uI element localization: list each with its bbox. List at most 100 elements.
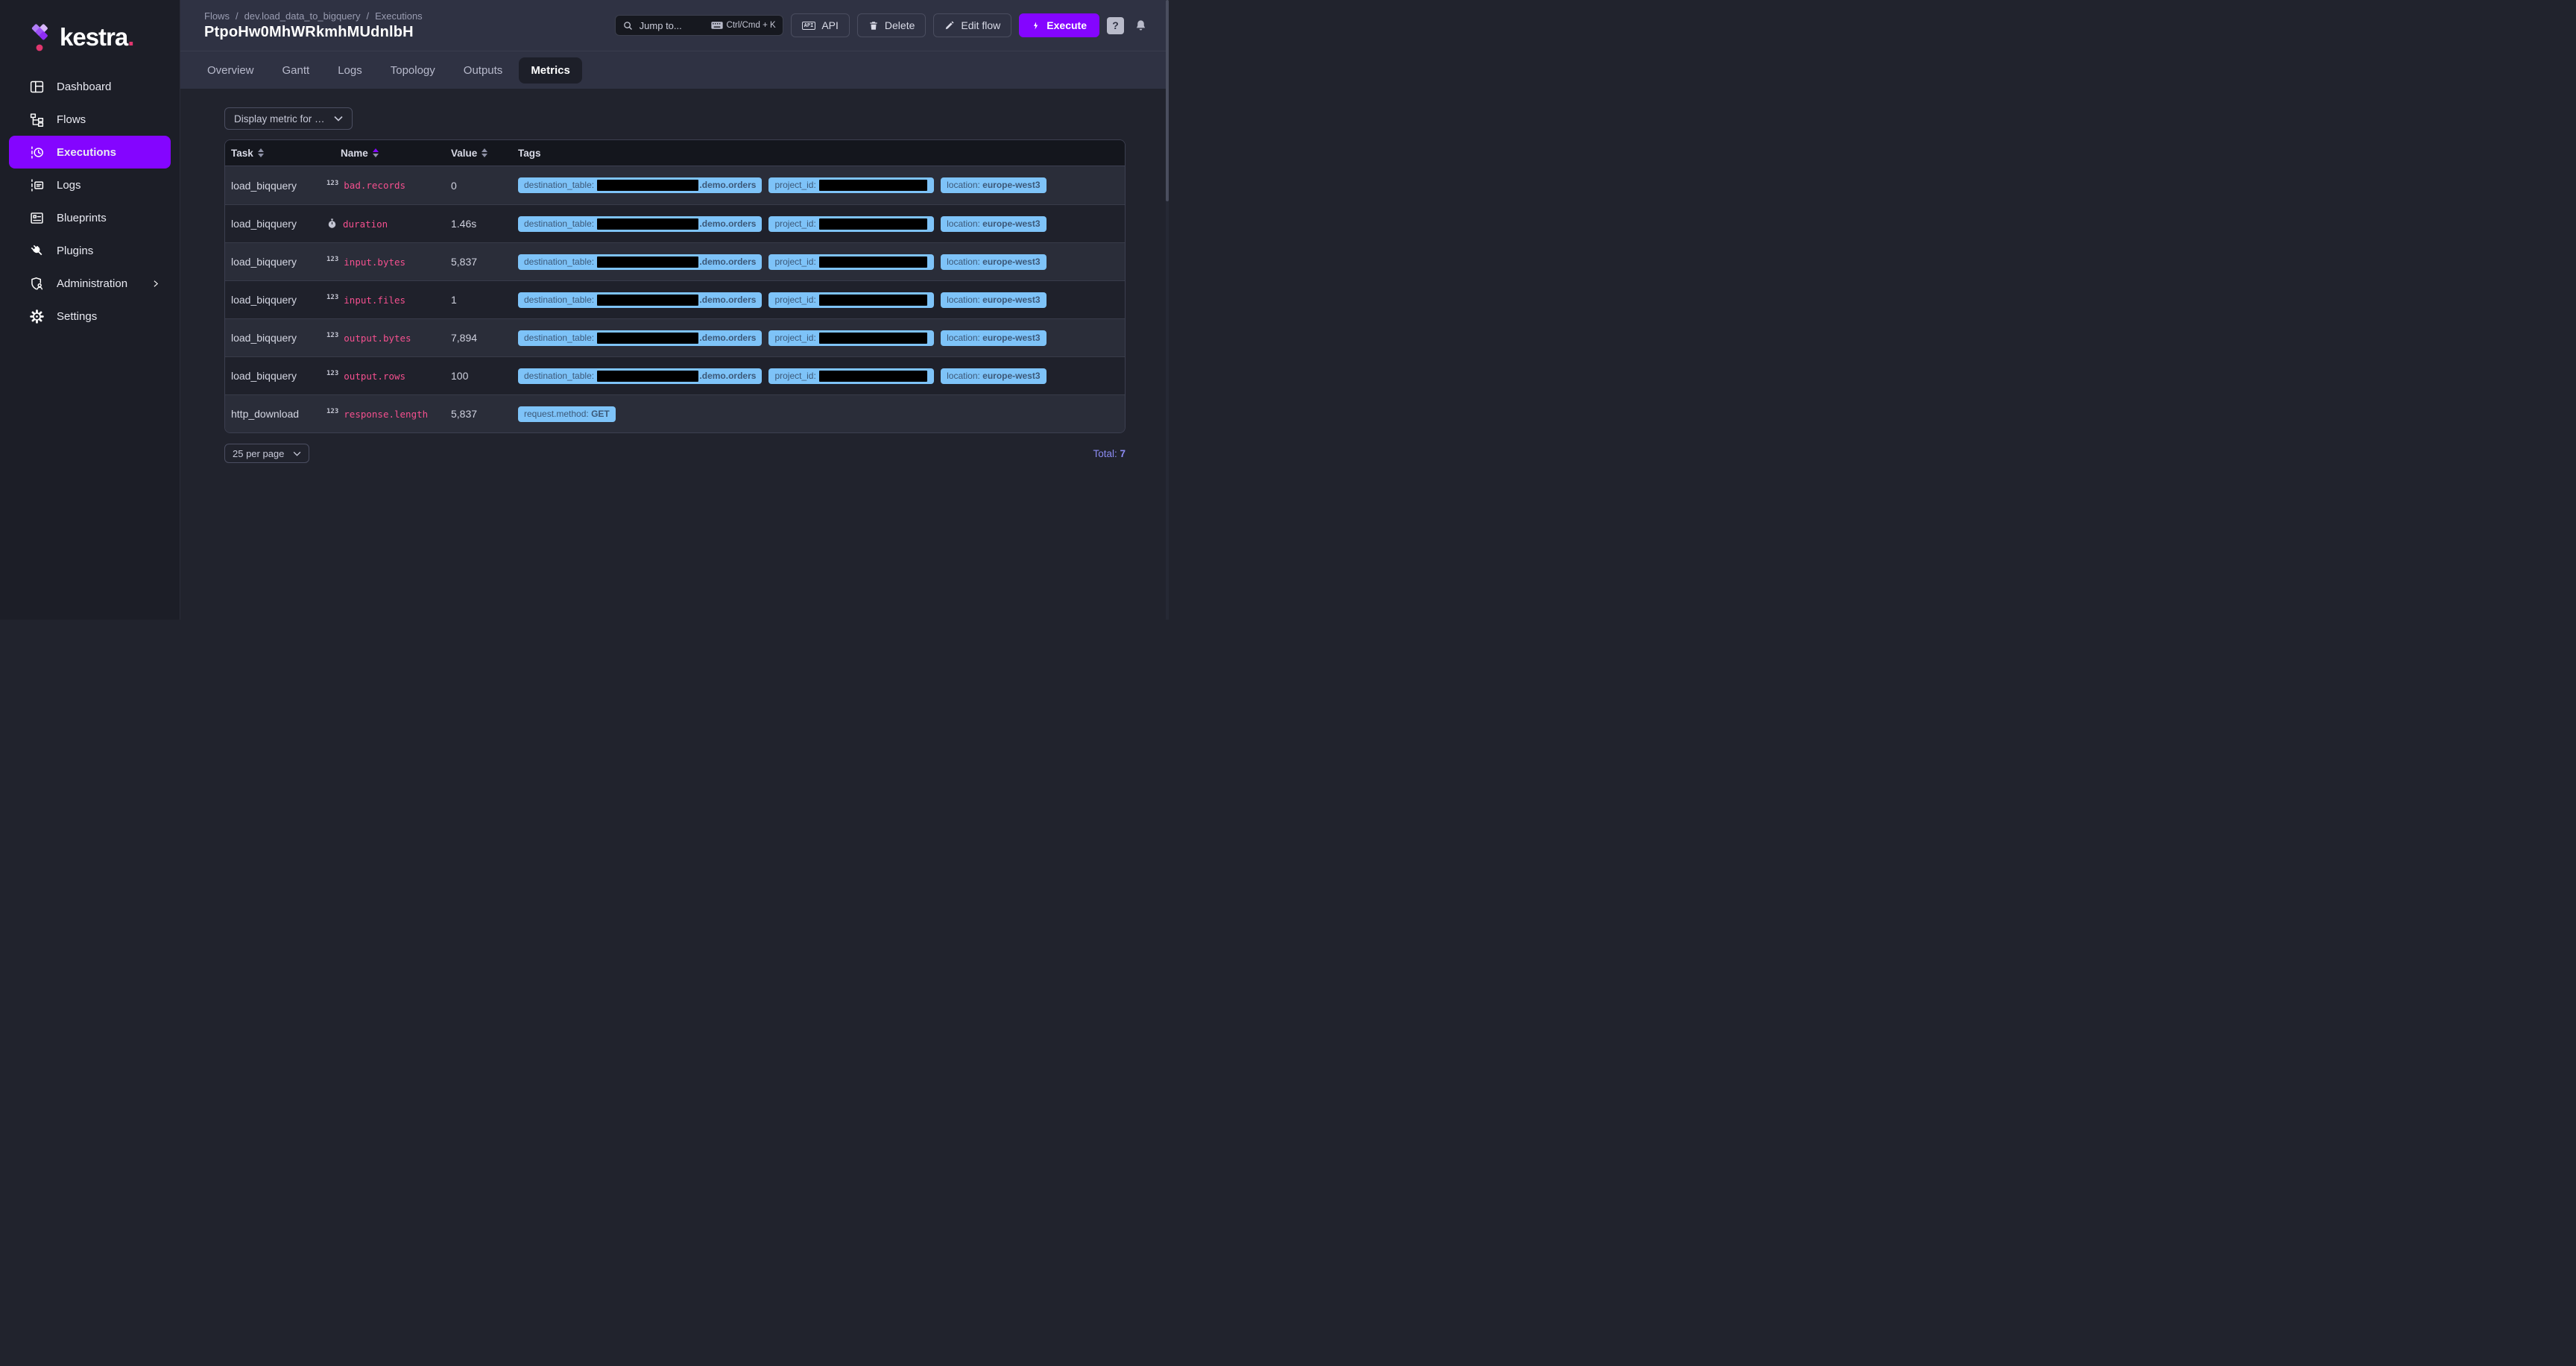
- notifications-bell-icon[interactable]: [1131, 16, 1149, 34]
- tag-badge: destination_table: .demo.orders: [518, 330, 762, 346]
- breadcrumb-title-block: Flows / dev.load_data_to_bigquery / Executio…: [204, 10, 423, 41]
- tag-key: location:: [947, 333, 982, 344]
- tab-gantt[interactable]: Gantt: [271, 57, 322, 84]
- redacted-value: [597, 256, 698, 268]
- tag-key: location:: [947, 218, 982, 230]
- table-body: load_biqquery 123bad.records0 destination_…: [225, 166, 1125, 432]
- breadcrumb-item: Executions: [375, 10, 423, 22]
- execute-button[interactable]: Execute: [1019, 13, 1099, 37]
- task-cell: http_download: [231, 408, 326, 420]
- tag-key: project_id:: [774, 180, 818, 191]
- dashboard-icon: [28, 78, 45, 95]
- settings-icon: [28, 308, 45, 324]
- table-row: load_biqquery123output.bytes7,894destina…: [225, 318, 1125, 356]
- sort-icon: [482, 148, 487, 157]
- app-window: kestra. Dashboard Flows Executions Logs …: [0, 0, 1169, 620]
- table-row: load_biqquery123output.rows100destinatio…: [225, 356, 1125, 394]
- help-icon[interactable]: ?: [1107, 17, 1124, 34]
- column-header-name[interactable]: Name: [326, 148, 451, 159]
- tab-outputs[interactable]: Outputs: [452, 57, 515, 84]
- executions-icon: [28, 144, 45, 160]
- table-header-row: Task Name Value Tags: [225, 140, 1125, 166]
- search-input[interactable]: [640, 20, 705, 31]
- column-header-task[interactable]: Task: [231, 148, 326, 159]
- sort-icon: [373, 148, 379, 157]
- value-cell: 1: [451, 294, 518, 306]
- delete-button[interactable]: Delete: [857, 13, 926, 37]
- breadcrumb-separator: /: [366, 10, 369, 22]
- tag-value: .demo.orders: [699, 295, 756, 306]
- sidebar-item-label: Executions: [57, 146, 116, 159]
- tag-key: project_id:: [774, 295, 818, 306]
- edit-flow-button[interactable]: Edit flow: [933, 13, 1011, 37]
- value-cell: 0: [451, 180, 518, 192]
- sidebar-item-blueprints[interactable]: Blueprints: [9, 201, 171, 234]
- redacted-value: [597, 333, 698, 344]
- name-cell: duration: [326, 218, 451, 230]
- column-label: Name: [341, 148, 368, 159]
- pencil-icon: [944, 20, 955, 31]
- flows-icon: [28, 111, 45, 128]
- task-cell: load_biqquery: [231, 218, 326, 230]
- tab-logs[interactable]: Logs: [326, 57, 374, 84]
- redacted-value: [597, 218, 698, 230]
- jump-to-search[interactable]: Ctrl/Cmd + K: [615, 15, 783, 36]
- tag-badge: project_id:: [768, 368, 934, 384]
- tag-key: destination_table:: [524, 295, 596, 306]
- metric-name: input.bytes: [344, 256, 405, 268]
- sidebar-item-dashboard[interactable]: Dashboard: [9, 70, 171, 103]
- column-header-tags: Tags: [518, 148, 1125, 159]
- sidebar-item-executions[interactable]: Executions: [9, 136, 171, 169]
- task-cell: load_biqquery: [231, 370, 326, 382]
- tab-metrics[interactable]: Metrics: [519, 57, 582, 84]
- tag-value: europe-west3: [982, 371, 1040, 382]
- table-footer: 25 per page Total: 7: [224, 444, 1126, 463]
- per-page-select[interactable]: 25 per page: [224, 444, 309, 463]
- api-button[interactable]: API API: [791, 13, 850, 37]
- sidebar-item-plugins[interactable]: Plugins: [9, 234, 171, 267]
- sidebar-item-logs[interactable]: Logs: [9, 169, 171, 201]
- metric-name: response.length: [344, 409, 428, 420]
- tab-topology[interactable]: Topology: [379, 57, 447, 84]
- tags-cell: destination_table: .demo.ordersproject_i…: [518, 330, 1125, 346]
- name-cell: 123bad.records: [326, 180, 451, 191]
- tag-badge: destination_table: .demo.orders: [518, 292, 762, 308]
- column-label: Task: [231, 148, 253, 159]
- task-cell: load_biqquery: [231, 294, 326, 306]
- tag-value: europe-west3: [982, 333, 1040, 344]
- tag-badge: project_id:: [768, 292, 934, 308]
- scrollbar[interactable]: [1166, 0, 1169, 620]
- search-icon: [622, 20, 634, 31]
- api-icon: API: [802, 22, 816, 30]
- breadcrumb-item[interactable]: dev.load_data_to_bigquery: [244, 10, 361, 22]
- metric-name: output.rows: [344, 371, 405, 382]
- sort-icon: [258, 148, 264, 157]
- column-header-value[interactable]: Value: [451, 148, 518, 159]
- numeric-icon: 123: [326, 256, 338, 263]
- name-cell: 123response.length: [326, 409, 451, 420]
- kestra-logo[interactable]: kestra.: [0, 0, 180, 70]
- redacted-value: [819, 180, 927, 191]
- keyboard-icon: [711, 21, 723, 30]
- tag-value: GET: [591, 409, 610, 420]
- administration-icon: [28, 275, 45, 292]
- numeric-icon: 123: [326, 294, 338, 301]
- plugins-icon: [28, 242, 45, 259]
- tag-key: project_id:: [774, 371, 818, 382]
- sidebar-item-flows[interactable]: Flows: [9, 103, 171, 136]
- metric-filter-select[interactable]: Display metric for a sp...: [224, 107, 353, 130]
- table-row: load_biqqueryduration1.46sdestination_ta…: [225, 204, 1125, 242]
- sidebar-item-label: Administration: [57, 277, 127, 290]
- tag-value: .demo.orders: [699, 333, 756, 344]
- scrollbar-thumb[interactable]: [1166, 0, 1169, 201]
- sidebar-item-label: Settings: [57, 310, 97, 323]
- value-cell: 5,837: [451, 408, 518, 420]
- table-row: http_download123response.length5,837requ…: [225, 394, 1125, 432]
- breadcrumb-separator: /: [236, 10, 239, 22]
- chevron-down-icon: [293, 451, 301, 456]
- tab-overview[interactable]: Overview: [195, 57, 266, 84]
- table-row: load_biqquery123input.files1destination_…: [225, 280, 1125, 318]
- breadcrumb-item[interactable]: Flows: [204, 10, 230, 22]
- sidebar-item-administration[interactable]: Administration: [9, 267, 171, 300]
- sidebar-item-settings[interactable]: Settings: [9, 300, 171, 333]
